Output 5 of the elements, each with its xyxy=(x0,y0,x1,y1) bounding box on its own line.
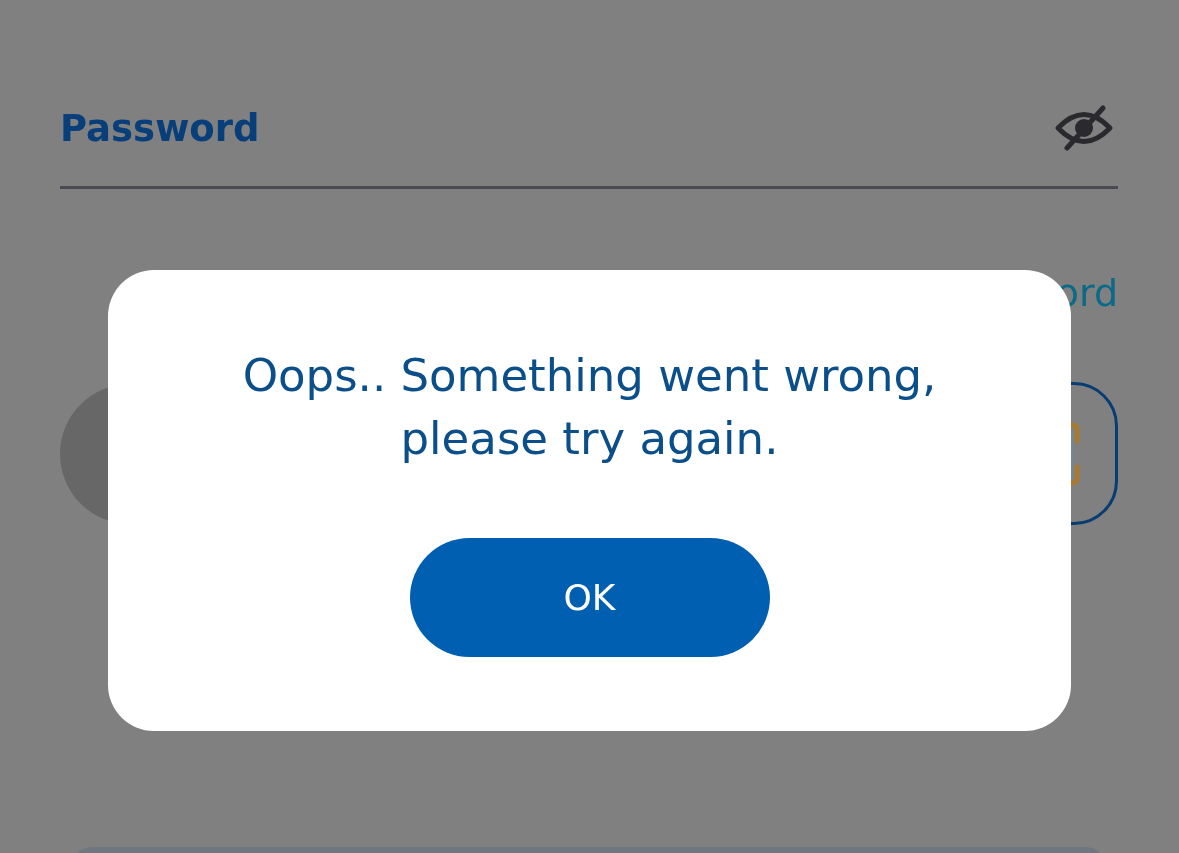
toggle-visibility-button[interactable] xyxy=(1054,105,1114,151)
password-field[interactable]: Password xyxy=(60,98,1054,158)
eye-slash-icon xyxy=(1054,105,1114,151)
ok-button[interactable]: OK xyxy=(409,538,770,657)
error-message: Oops.. Something went wrong, please try again. xyxy=(241,348,938,467)
